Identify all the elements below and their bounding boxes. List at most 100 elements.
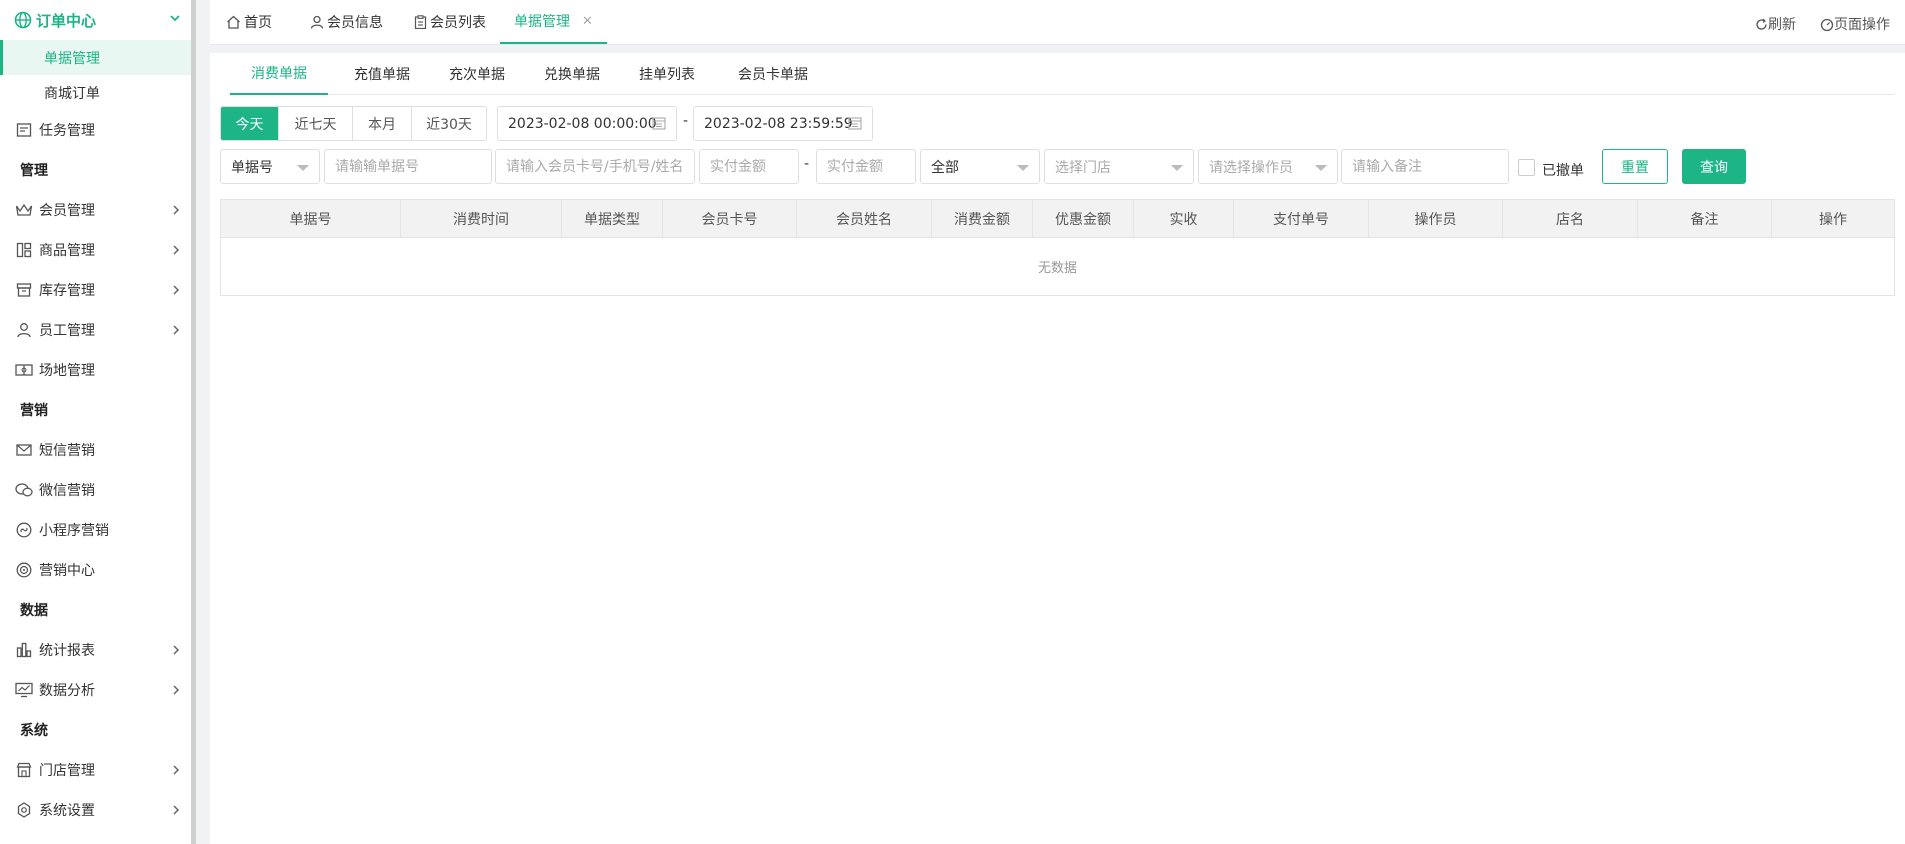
column-header: 实收	[1134, 200, 1234, 238]
subtab-pending[interactable]: 挂单列表	[639, 53, 695, 95]
column-header: 操作	[1819, 212, 1847, 228]
subtab-recharge[interactable]: 充值单据	[354, 53, 410, 95]
date-range-buttons: 今天 近七天 本月 近30天	[220, 106, 487, 141]
sidebar-item-label: 系统设置	[39, 803, 95, 819]
column-header: 店名	[1503, 200, 1638, 238]
amount-min-field[interactable]	[710, 150, 798, 183]
order-type-value: 单据号	[231, 159, 273, 176]
remark-field[interactable]	[1352, 150, 1508, 183]
sidebar-group-order-center[interactable]: 订单中心	[0, 0, 191, 40]
query-button[interactable]: 查询	[1682, 149, 1746, 184]
globe-icon	[14, 11, 32, 29]
order-no-field[interactable]	[335, 150, 491, 183]
user-icon	[14, 320, 34, 340]
sidebar-item-label: 会员管理	[39, 203, 95, 219]
member-search-field[interactable]	[506, 150, 694, 183]
chevron-right-icon	[173, 645, 180, 655]
member-search-input[interactable]	[495, 149, 695, 184]
sidebar-item-orders[interactable]: 单据管理	[0, 40, 191, 75]
refresh-button[interactable]: 刷新	[1755, 14, 1796, 34]
revoked-checkbox[interactable]	[1518, 159, 1535, 176]
sidebar-item-wechat[interactable]: 微信营销	[0, 470, 191, 510]
revoked-label: 已撤单	[1542, 163, 1584, 179]
tab-member-info[interactable]: 会员信息	[310, 0, 383, 44]
caret-down-icon	[1315, 165, 1327, 171]
amount-max-field[interactable]	[827, 150, 915, 183]
start-datetime-input[interactable]: 2023-02-08 00:00:00	[497, 106, 677, 141]
sidebar-item-label: 门店管理	[39, 763, 95, 779]
tab-home[interactable]: 首页	[226, 0, 272, 44]
date-today-button[interactable]: 今天	[221, 107, 279, 140]
column-header: 单据类型	[562, 200, 663, 238]
store-placeholder: 选择门店	[1055, 159, 1111, 176]
refresh-label: 刷新	[1768, 17, 1796, 33]
close-icon[interactable]: ✕	[582, 14, 593, 29]
sidebar-item-mall-orders[interactable]: 商城订单	[0, 75, 191, 110]
tab-label: 首页	[244, 15, 272, 31]
refresh-icon	[1756, 18, 1767, 30]
sidebar-item-tasks[interactable]: 任务管理	[0, 110, 191, 150]
store-icon	[14, 760, 34, 780]
calendar-icon	[848, 117, 862, 130]
chevron-right-icon	[173, 205, 180, 215]
reset-button[interactable]: 重置	[1602, 149, 1668, 184]
sidebar-item-settings[interactable]: 系统设置	[0, 790, 191, 830]
sidebar-item-members[interactable]: 会员管理	[0, 190, 191, 230]
date-30days-button[interactable]: 近30天	[412, 107, 486, 140]
subtab-exchange[interactable]: 兑换单据	[544, 53, 600, 95]
remark-input[interactable]	[1341, 149, 1509, 184]
sidebar-item-label: 短信营销	[39, 443, 95, 459]
sidebar-item-marketing-center[interactable]: 营销中心	[0, 550, 191, 590]
calendar-icon	[652, 117, 666, 130]
column-header: 单据号	[221, 200, 401, 238]
wechat-icon	[14, 480, 34, 500]
store-select[interactable]: 选择门店	[1044, 149, 1194, 184]
order-no-input[interactable]	[324, 149, 492, 184]
chevron-right-icon	[173, 245, 180, 255]
amount-max-input[interactable]	[816, 149, 916, 184]
sidebar-item-label: 库存管理	[39, 283, 95, 299]
operator-select[interactable]: 请选择操作员	[1198, 149, 1338, 184]
end-datetime-input[interactable]: 2023-02-08 23:59:59	[693, 106, 873, 141]
sidebar-section-title: 系统	[20, 723, 48, 739]
gear-icon	[14, 800, 34, 820]
miniapp-icon	[14, 520, 34, 540]
main-panel: 消费单据 充值单据 充次单据 兑换单据 挂单列表 会员卡单据 今天 近七天 本月…	[210, 53, 1905, 844]
chevron-right-icon	[173, 285, 180, 295]
sidebar-item-stores[interactable]: 门店管理	[0, 750, 191, 790]
gauge-icon	[1820, 18, 1834, 31]
sidebar-item-venues[interactable]: 场地管理	[0, 350, 191, 390]
tab-order-management[interactable]: 单据管理 ✕	[500, 0, 607, 44]
top-tab-bar: 首页 会员信息 会员列表 单据管理 ✕ 刷新 页面操作	[210, 0, 1905, 45]
amount-min-input[interactable]	[699, 149, 799, 184]
sidebar-item-reports[interactable]: 统计报表	[0, 630, 191, 670]
page-ops-button[interactable]: 页面操作	[1820, 14, 1890, 34]
amount-separator: -	[804, 156, 810, 172]
status-select[interactable]: 全部	[920, 149, 1040, 184]
subtab-member-card[interactable]: 会员卡单据	[738, 53, 808, 95]
tab-member-list[interactable]: 会员列表	[414, 0, 486, 44]
tab-label: 会员列表	[430, 15, 486, 31]
column-header: 会员姓名	[797, 200, 932, 238]
sidebar-item-analytics[interactable]: 数据分析	[0, 670, 191, 710]
sidebar-item-label: 任务管理	[39, 123, 95, 139]
sidebar-item-label: 小程序营销	[39, 523, 109, 539]
subtab-recharge-times[interactable]: 充次单据	[449, 53, 505, 95]
column-header: 消费时间	[401, 200, 562, 238]
sidebar-item-label: 数据分析	[39, 683, 95, 699]
sidebar-item-miniapp[interactable]: 小程序营销	[0, 510, 191, 550]
sidebar-item-staff[interactable]: 员工管理	[0, 310, 191, 350]
table-header: 单据号 消费时间 单据类型 会员卡号 会员姓名 消费金额 优惠金额 实收 支付单…	[221, 200, 1894, 238]
sidebar-item-inventory[interactable]: 库存管理	[0, 270, 191, 310]
end-datetime-value: 2023-02-08 23:59:59	[704, 115, 853, 132]
order-type-select[interactable]: 单据号	[220, 149, 320, 184]
column-header: 消费金额	[932, 200, 1033, 238]
chevron-right-icon	[173, 765, 180, 775]
date-week-button[interactable]: 近七天	[279, 107, 353, 140]
bar-chart-icon	[14, 640, 34, 660]
date-month-button[interactable]: 本月	[353, 107, 412, 140]
subtab-consumption[interactable]: 消费单据	[230, 53, 328, 95]
sidebar-item-goods[interactable]: 商品管理	[0, 230, 191, 270]
sidebar-item-sms[interactable]: 短信营销	[0, 430, 191, 470]
operator-placeholder: 请选择操作员	[1209, 159, 1293, 176]
